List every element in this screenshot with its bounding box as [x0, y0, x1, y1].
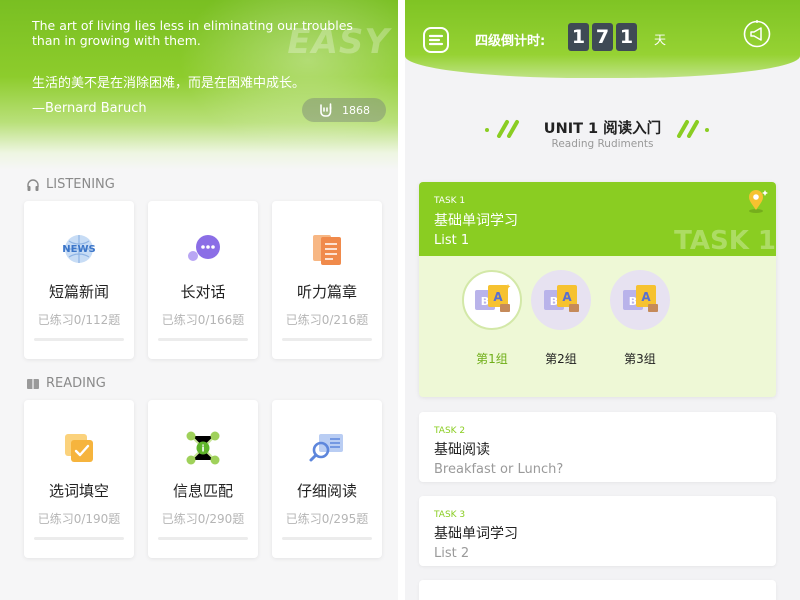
rock-hand-icon [320, 103, 332, 117]
card-progress-text: 已练习0/295题 [285, 512, 369, 526]
card-info-matching[interactable]: i 信息匹配 已练习0/290题 [148, 400, 258, 558]
task-3-card[interactable]: TASK 3 基础单词学习 List 2 [419, 496, 776, 566]
countdown-digit: 1 [616, 23, 637, 51]
right-screen: 四级倒计时: 1 7 1 天 UNIT 1 阅读入门 Reading Rudim… [405, 0, 800, 600]
location-pin-icon [749, 190, 768, 213]
group-circle: B A [531, 270, 591, 330]
like-count: 1868 [342, 103, 370, 117]
task-label: TASK 2 [434, 426, 466, 436]
card-progress-text: 已练习0/290题 [161, 512, 245, 526]
card-title: 信息匹配 [172, 482, 233, 500]
quote-author: —Bernard Baruch [32, 101, 147, 116]
chat-bubble-icon [188, 235, 220, 261]
news-icon: NEWS [62, 235, 96, 263]
card-progress-text: 已练习0/166题 [161, 313, 245, 327]
group-1-button[interactable]: B A 第1组 [462, 270, 526, 367]
task-1-card[interactable]: TASK 1 基础单词学习 List 1 TASK 1 B A 第1组 B A … [419, 182, 776, 397]
card-title: 仔细阅读 [296, 482, 357, 500]
group-circle: B A [610, 270, 670, 330]
svg-text:NEWS: NEWS [62, 244, 95, 255]
card-title: 选词填空 [48, 482, 109, 500]
task-watermark: TASK 1 [674, 226, 776, 256]
progress-bar [158, 537, 248, 540]
card-title: 听力篇章 [296, 283, 357, 301]
group-2-button[interactable]: B A 第2组 [531, 270, 595, 367]
countdown-header: 四级倒计时: 1 7 1 天 [405, 0, 800, 78]
progress-bar [34, 537, 124, 540]
group-3-button[interactable]: B A 第3组 [610, 270, 674, 367]
card-careful-reading[interactable]: 仔细阅读 已练习0/295题 [272, 400, 382, 558]
svg-text:B: B [629, 295, 637, 308]
quote-banner: EASY The art of living lies less in elim… [0, 0, 398, 170]
reading-label-text: READING [46, 376, 106, 391]
countdown-unit: 天 [654, 33, 667, 47]
countdown-label: 四级倒计时: [475, 34, 546, 49]
group-label: 第1组 [476, 352, 508, 366]
task-name: 基础单词学习 [434, 526, 518, 542]
card-short-news[interactable]: NEWS 短篇新闻 已练习0/112题 [24, 201, 134, 359]
unit-title: UNIT 1 阅读入门 [543, 121, 662, 137]
listening-section-label: LISTENING [26, 177, 115, 192]
svg-text:A: A [641, 290, 651, 304]
title-deco-right [677, 120, 709, 138]
task-label: TASK 1 [434, 196, 466, 206]
left-screen: EASY The art of living lies less in elim… [0, 0, 398, 600]
task-subtitle: Breakfast or Lunch? [434, 462, 564, 477]
like-button[interactable]: 1868 [302, 98, 386, 122]
unit-subtitle: Reading Rudiments [551, 138, 654, 150]
task-4-card-partial[interactable] [419, 580, 776, 600]
task-1-header: TASK 1 基础单词学习 List 1 TASK 1 [419, 182, 776, 256]
headphones-icon [27, 178, 39, 191]
task-name: 基础单词学习 [434, 213, 518, 229]
card-title: 长对话 [180, 283, 226, 301]
group-label: 第2组 [545, 352, 577, 366]
card-long-dialogue[interactable]: 长对话 已练习0/166题 [148, 201, 258, 359]
group-label: 第3组 [624, 352, 656, 366]
countdown-digit: 1 [568, 23, 589, 51]
vocab-cards-icon: B A [544, 285, 579, 312]
group-circle: B A [462, 270, 522, 330]
vocab-cards-icon: B A [623, 285, 658, 312]
progress-bar [282, 537, 372, 540]
countdown-digit: 7 [592, 23, 613, 51]
card-progress-text: 已练习0/112题 [37, 313, 121, 327]
svg-text:i: i [201, 445, 204, 455]
network-icon: i [186, 431, 220, 465]
svg-text:B: B [550, 295, 558, 308]
card-title: 短篇新闻 [48, 283, 109, 301]
quote-english: The art of living lies less in eliminati… [32, 18, 353, 48]
progress-bar [158, 338, 248, 341]
task-subtitle: List 2 [434, 546, 470, 561]
reading-section-label: READING [26, 376, 106, 391]
magnifier-icon [309, 434, 343, 462]
megaphone-icon[interactable] [743, 20, 771, 48]
svg-text:B: B [481, 295, 489, 308]
progress-bar [34, 338, 124, 341]
checkbox-icon [65, 434, 93, 462]
app-logo-icon[interactable] [423, 27, 449, 53]
book-icon [27, 378, 39, 389]
task-label: TASK 3 [434, 510, 466, 520]
document-icon [313, 235, 341, 265]
card-word-fill[interactable]: 选词填空 已练习0/190题 [24, 400, 134, 558]
card-progress-text: 已练习0/190题 [37, 512, 121, 526]
progress-bar [282, 338, 372, 341]
task-2-card[interactable]: TASK 2 基础阅读 Breakfast or Lunch? [419, 412, 776, 482]
card-listening-passage[interactable]: 听力篇章 已练习0/216题 [272, 201, 382, 359]
vocab-cards-icon: B A [475, 284, 511, 312]
svg-text:A: A [562, 290, 572, 304]
listening-label-text: LISTENING [46, 177, 115, 192]
quote-chinese: 生活的美不是在消除困难，而是在困难中成长。 [32, 76, 306, 91]
task-name: 基础阅读 [434, 442, 490, 458]
svg-text:A: A [493, 290, 503, 304]
card-progress-text: 已练习0/216题 [285, 313, 369, 327]
task-list: List 1 [434, 233, 470, 248]
